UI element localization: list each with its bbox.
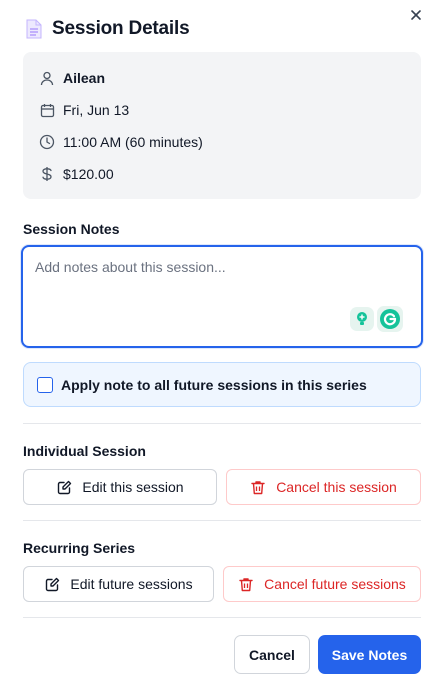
notes-field-wrapper <box>21 245 423 348</box>
edit-future-sessions-label: Edit future sessions <box>70 576 193 592</box>
apply-all-checkbox[interactable] <box>37 376 53 393</box>
divider <box>23 617 421 618</box>
edit-future-sessions-button[interactable]: Edit future sessions <box>23 566 214 602</box>
session-info-card: Ailean Fri, Jun 13 11:00 AM (60 minutes)… <box>23 52 421 199</box>
save-notes-button[interactable]: Save Notes <box>318 635 421 674</box>
cancel-future-sessions-label: Cancel future sessions <box>264 576 406 592</box>
cancel-session-label: Cancel this session <box>276 479 397 495</box>
extension-icons <box>350 306 403 332</box>
edit-icon <box>56 479 72 495</box>
document-icon <box>23 16 45 42</box>
session-price: $120.00 <box>63 166 114 182</box>
trash-icon <box>250 479 266 495</box>
lightbulb-icon[interactable] <box>350 307 374 331</box>
price-row: $120.00 <box>39 163 114 185</box>
edit-icon <box>44 576 60 592</box>
apply-all-label[interactable]: Apply note to all future sessions in thi… <box>61 377 367 393</box>
calendar-icon <box>39 102 55 118</box>
trash-icon <box>238 576 254 592</box>
clock-icon <box>39 134 55 150</box>
cancel-future-sessions-button[interactable]: Cancel future sessions <box>223 566 421 602</box>
edit-session-label: Edit this session <box>82 479 184 495</box>
divider <box>23 423 421 424</box>
dollar-icon <box>39 166 55 182</box>
close-button[interactable] <box>405 4 427 26</box>
individual-session-heading: Individual Session <box>23 443 146 459</box>
client-row: Ailean <box>39 67 105 89</box>
grammarly-icon[interactable] <box>377 306 403 332</box>
close-icon <box>411 10 421 20</box>
notes-label: Session Notes <box>23 221 120 237</box>
session-time: 11:00 AM (60 minutes) <box>63 134 203 150</box>
session-date: Fri, Jun 13 <box>63 102 130 118</box>
date-row: Fri, Jun 13 <box>39 99 129 121</box>
modal-header: Session Details <box>23 14 423 44</box>
cancel-session-button[interactable]: Cancel this session <box>226 469 421 505</box>
apply-all-option: Apply note to all future sessions in thi… <box>23 362 421 407</box>
cancel-button[interactable]: Cancel <box>234 635 310 674</box>
user-icon <box>39 70 55 86</box>
recurring-series-heading: Recurring Series <box>23 540 136 556</box>
client-name: Ailean <box>63 70 106 86</box>
divider <box>23 520 421 521</box>
modal-title: Session Details <box>52 18 190 39</box>
edit-session-button[interactable]: Edit this session <box>23 469 217 505</box>
time-row: 11:00 AM (60 minutes) <box>39 131 203 153</box>
